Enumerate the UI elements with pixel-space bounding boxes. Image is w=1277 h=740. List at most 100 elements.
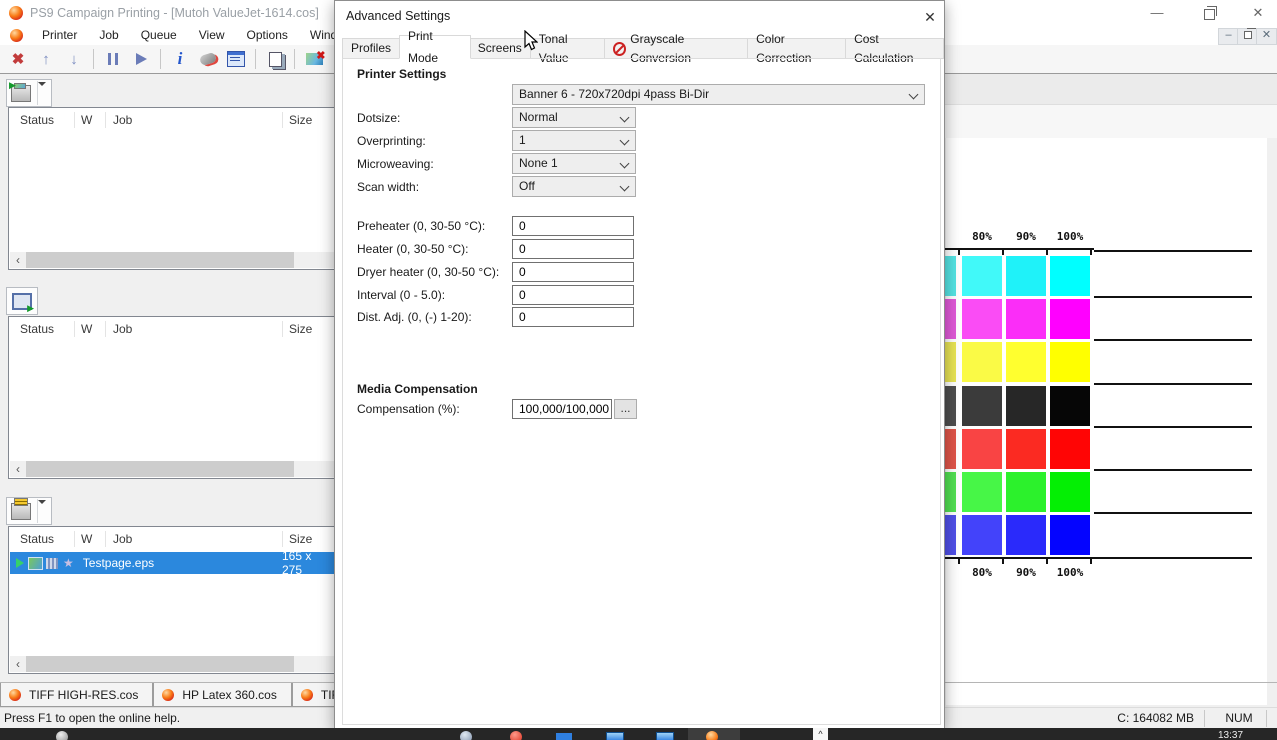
column-status[interactable]: Status — [9, 532, 74, 546]
taskbar-flame-icon[interactable] — [706, 731, 718, 740]
dist-adj-input[interactable] — [512, 307, 634, 327]
scrollbar-thumb[interactable] — [26, 461, 294, 477]
horizontal-scrollbar[interactable]: ‹ — [10, 252, 334, 268]
mdi-restore-icon — [1244, 31, 1252, 39]
mdi-tab-hp-latex[interactable]: HP Latex 360.cos — [153, 683, 292, 707]
pause-queue-button[interactable] — [100, 48, 126, 70]
swatch-magenta-80% — [962, 299, 1002, 339]
restore-button[interactable] — [1192, 0, 1226, 26]
scroll-left-icon[interactable]: ‹ — [10, 461, 26, 477]
horizontal-scrollbar[interactable]: ‹ — [10, 461, 334, 477]
properties-button[interactable] — [223, 48, 249, 70]
copy-job-button[interactable] — [262, 48, 288, 70]
job-size: 165 x 275 — [282, 549, 334, 577]
taskbar-overflow-chevron[interactable]: ^ — [813, 728, 828, 740]
dryer-heater-input[interactable] — [512, 262, 634, 282]
tab-print-mode[interactable]: Print Mode — [399, 35, 471, 59]
delete-job-button[interactable]: ✖ — [5, 48, 31, 70]
swatch-green-90% — [1006, 472, 1046, 512]
toolbar-separator — [255, 49, 256, 69]
arrow-up-icon: ↑ — [42, 51, 50, 68]
heater-input[interactable] — [512, 239, 634, 259]
chart-tick-label: 100% — [1048, 566, 1092, 579]
delete-preview-button[interactable] — [301, 48, 327, 70]
scan-width-combo[interactable]: Off — [512, 176, 636, 197]
compensation-input[interactable] — [512, 399, 612, 419]
printer-queue-button[interactable] — [6, 79, 52, 107]
swatch-red-100% — [1050, 429, 1090, 469]
menu-job[interactable]: Job — [88, 26, 129, 45]
mdi-tab-tiff-high-res[interactable]: TIFF HIGH-RES.cos — [0, 683, 153, 707]
column-size[interactable]: Size — [282, 321, 335, 337]
pause-icon — [108, 53, 118, 65]
tab-color-correction[interactable]: Color Correction — [748, 38, 846, 59]
column-job[interactable]: Job — [105, 321, 282, 337]
microweaving-combo[interactable]: None 1 — [512, 153, 636, 174]
column-w[interactable]: W — [74, 321, 105, 337]
image-delete-icon — [306, 53, 323, 65]
mdi-close-button[interactable]: ✕ — [1256, 28, 1277, 45]
tab-profiles[interactable]: Profiles — [342, 38, 400, 59]
output-queue-button[interactable] — [6, 497, 52, 525]
print-mode-combo[interactable]: Banner 6 - 720x720dpi 4pass Bi-Dir — [512, 84, 925, 105]
swatch-black-100% — [1050, 386, 1090, 426]
menu-queue[interactable]: Queue — [130, 26, 188, 45]
column-w[interactable]: W — [74, 531, 105, 547]
horizontal-scrollbar[interactable]: ‹ — [10, 656, 334, 672]
scroll-left-icon[interactable]: ‹ — [10, 252, 26, 268]
close-button[interactable]: ✕ — [1241, 0, 1275, 26]
tab-tonal-value[interactable]: Tonal Value — [531, 38, 605, 59]
column-size[interactable]: Size — [282, 531, 335, 547]
combo-value: Off — [519, 179, 535, 193]
taskbar-red-app-icon[interactable] — [510, 731, 522, 740]
menu-printer[interactable]: Printer — [31, 26, 88, 45]
scrollbar-thumb[interactable] — [26, 656, 294, 672]
interval-input[interactable] — [512, 285, 634, 305]
overprinting-combo[interactable]: 1 — [512, 130, 636, 151]
swatch-yellow-partial — [944, 342, 956, 382]
job-rip-icon — [46, 558, 58, 569]
chart-grid-line — [1094, 296, 1252, 298]
tab-cost-calculation[interactable]: Cost Calculation — [846, 38, 944, 59]
column-status[interactable]: Status — [9, 322, 74, 336]
column-size[interactable]: Size — [282, 112, 335, 128]
dialog-close-button[interactable]: ✕ — [919, 7, 941, 27]
rip-queue-button[interactable] — [6, 287, 38, 315]
preheater-input[interactable] — [512, 216, 634, 236]
flame-icon — [9, 689, 21, 701]
start-queue-button[interactable] — [128, 48, 154, 70]
compensation-more-button[interactable]: ... — [614, 399, 637, 419]
dotsize-combo[interactable]: Normal — [512, 107, 636, 128]
column-job[interactable]: Job — [105, 531, 282, 547]
menu-options[interactable]: Options — [236, 26, 299, 45]
taskbar-blue-square-icon[interactable] — [556, 733, 572, 740]
tab-screens[interactable]: Screens — [470, 38, 531, 59]
menu-view[interactable]: View — [188, 26, 236, 45]
taskbar-clock[interactable]: 13:37 — [1218, 730, 1243, 740]
job-name: Testpage.eps — [83, 556, 282, 570]
taskbar-sphere-icon[interactable] — [56, 731, 68, 740]
scrollbar-thumb[interactable] — [26, 252, 294, 268]
column-job[interactable]: Job — [105, 112, 282, 128]
job-row-selected[interactable]: ★ Testpage.eps 165 x 275 — [10, 552, 334, 574]
job-info-button[interactable]: i — [167, 48, 193, 70]
column-status[interactable]: Status — [9, 113, 74, 127]
tab-grayscale-conversion[interactable]: Grayscale Conversion — [605, 38, 748, 59]
print-settings-button[interactable] — [195, 48, 221, 70]
mouse-cursor — [524, 30, 538, 51]
scroll-left-icon[interactable]: ‹ — [10, 656, 26, 672]
taskbar-window-icon[interactable] — [656, 732, 674, 740]
status-num-lock: NUM — [1216, 711, 1262, 725]
mdi-minimize-button[interactable]: – — [1218, 28, 1239, 45]
minimize-button[interactable]: — — [1140, 0, 1174, 26]
swatch-cyan-partial — [944, 256, 956, 296]
move-up-button[interactable]: ↑ — [33, 48, 59, 70]
taskbar-window-icon[interactable] — [606, 732, 624, 740]
move-down-button[interactable]: ↓ — [61, 48, 87, 70]
monitor-start-icon — [12, 293, 32, 310]
chart-tick-mark — [1090, 248, 1092, 255]
column-w[interactable]: W — [74, 112, 105, 128]
mdi-restore-button[interactable] — [1237, 28, 1258, 45]
job-star-icon: ★ — [63, 556, 74, 570]
taskbar-sphere-icon[interactable] — [460, 731, 472, 740]
